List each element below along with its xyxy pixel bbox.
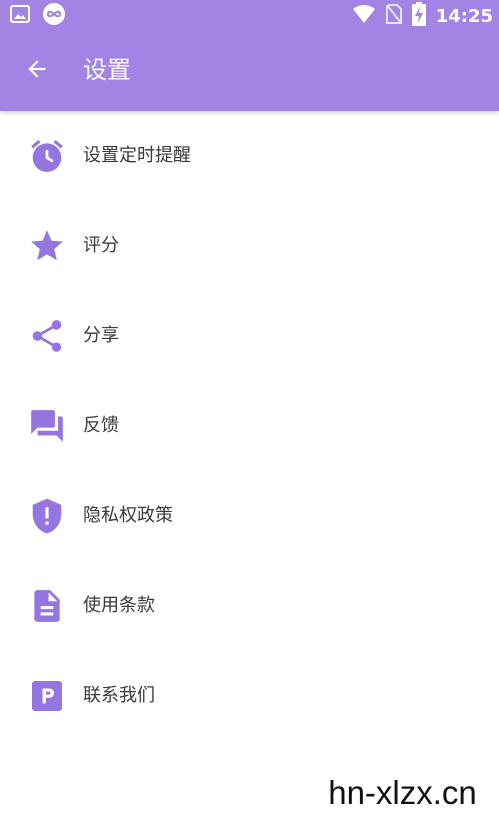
page-title: 设置 — [83, 56, 131, 84]
document-icon — [28, 586, 66, 626]
infinity-notification-icon — [42, 2, 66, 30]
wifi-icon — [352, 4, 376, 28]
gallery-notification-icon — [10, 5, 30, 27]
menu-item-privacy-policy[interactable]: 隐私权政策 — [0, 471, 499, 561]
shield-icon — [28, 496, 66, 536]
menu-item-feedback[interactable]: 反馈 — [0, 381, 499, 471]
back-button[interactable] — [14, 50, 60, 92]
watermark-text: hn-xlzx.cn — [328, 774, 477, 811]
settings-menu: 设置定时提醒 评分 分享 反馈 隐私权政策 使用条款 联系我们 — [0, 111, 499, 741]
parking-icon — [28, 676, 66, 716]
status-bar: 14:25 — [0, 0, 499, 32]
no-sim-icon — [385, 4, 402, 28]
menu-item-reminder[interactable]: 设置定时提醒 — [0, 111, 499, 201]
menu-item-contact-us[interactable]: 联系我们 — [0, 651, 499, 741]
star-icon — [28, 226, 66, 266]
menu-item-label: 评分 — [83, 235, 119, 256]
menu-item-label: 联系我们 — [83, 685, 155, 706]
menu-item-label: 隐私权政策 — [83, 505, 173, 526]
menu-item-label: 分享 — [83, 325, 119, 346]
menu-item-rate[interactable]: 评分 — [0, 201, 499, 291]
battery-charging-icon — [411, 2, 426, 30]
alarm-icon — [28, 136, 66, 176]
app-bar: 14:25 设置 — [0, 0, 499, 111]
menu-item-label: 反馈 — [83, 415, 119, 436]
menu-item-share[interactable]: 分享 — [0, 291, 499, 381]
share-icon — [28, 316, 66, 356]
toolbar: 设置 — [0, 38, 499, 104]
arrow-back-icon — [24, 56, 50, 86]
menu-item-label: 使用条款 — [83, 595, 155, 616]
feedback-icon — [28, 406, 66, 446]
watermark: hn-xlzx.cn — [306, 760, 499, 826]
menu-item-terms[interactable]: 使用条款 — [0, 561, 499, 651]
status-time: 14:25 — [435, 5, 493, 27]
menu-item-label: 设置定时提醒 — [83, 145, 191, 166]
